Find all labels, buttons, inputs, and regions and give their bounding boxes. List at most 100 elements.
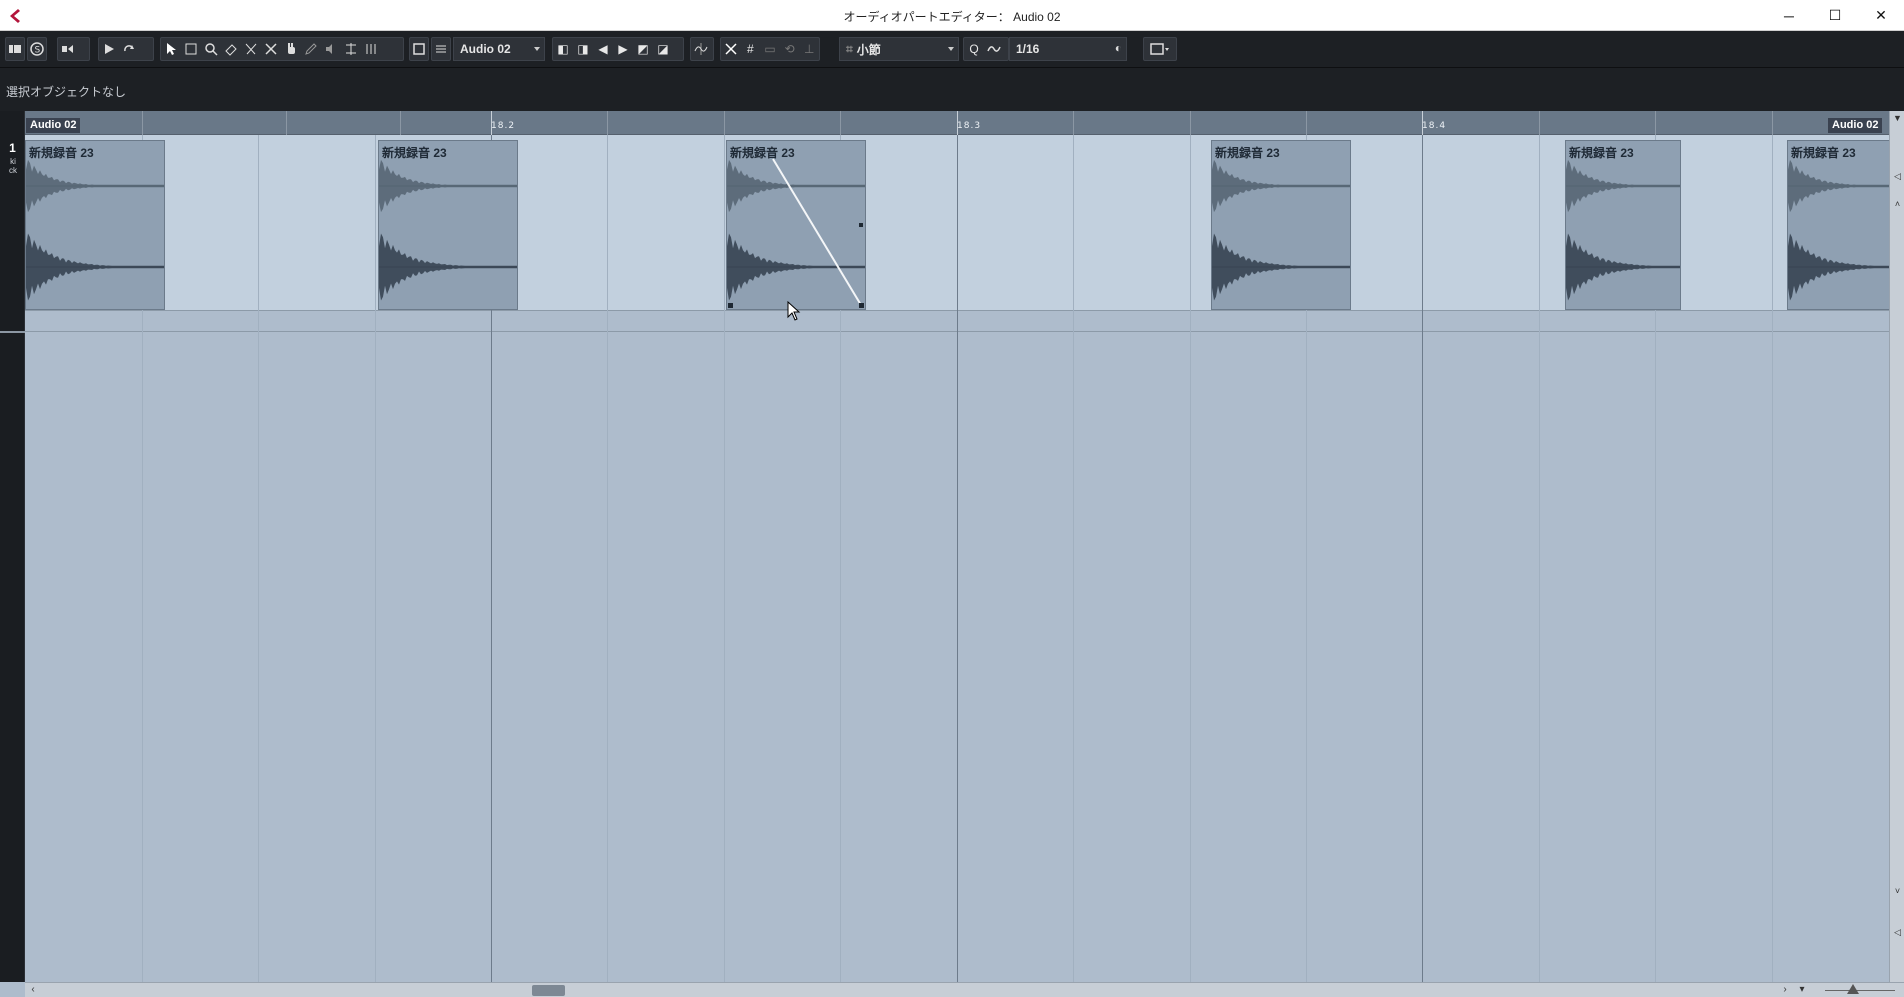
autoscroll-group[interactable] xyxy=(57,37,90,61)
grid-type-selector[interactable]: ⌗ 小節 xyxy=(839,37,959,61)
lane-divider[interactable] xyxy=(0,331,25,333)
ruler-tick xyxy=(1655,111,1656,135)
solo-editor-button[interactable]: S xyxy=(27,37,47,61)
quantize-selector[interactable]: 1/16 ◐ xyxy=(1009,37,1127,61)
info-line-text: 選択オブジェクトなし xyxy=(6,85,127,99)
pencil-tool-icon[interactable] xyxy=(301,38,321,60)
part-list-button[interactable] xyxy=(431,37,451,61)
scroll-up-icon[interactable]: ˄ xyxy=(1892,199,1903,210)
audio-event[interactable]: 新規録音 23 xyxy=(25,140,165,310)
solo-icon[interactable]: S xyxy=(28,38,46,60)
list-icon[interactable] xyxy=(432,38,450,60)
ruler-tick xyxy=(724,111,725,135)
arrow-tool-icon[interactable] xyxy=(161,38,181,60)
snap-cycle-icon[interactable]: ⟲ xyxy=(780,38,800,60)
vertical-scrollbar[interactable]: ▼ ◁ ˄ ˅ ◁ xyxy=(1889,111,1904,982)
ruler-tick xyxy=(840,111,841,135)
horizontal-zoom-slider[interactable] xyxy=(1825,990,1895,991)
mute-tool-icon[interactable] xyxy=(261,38,281,60)
erase-tool-icon[interactable] xyxy=(221,38,241,60)
quantize-icon[interactable]: Q xyxy=(964,38,984,60)
event-display[interactable]: 新規録音 23 新規録音 23 新規録音 23 新規録音 23 新規録音 23 xyxy=(25,135,1889,982)
minimize-button[interactable]: ─ xyxy=(1766,0,1812,31)
zoom-vertical-icon[interactable]: ◁ xyxy=(1892,927,1903,938)
waveform xyxy=(379,159,517,301)
ruler-tick xyxy=(1073,111,1074,135)
event-name: 新規録音 23 xyxy=(730,146,795,160)
event-name: 新規録音 23 xyxy=(29,146,94,160)
grid-type-value: 小節 xyxy=(856,42,881,57)
bar-line xyxy=(957,135,958,982)
timewarp-tool-icon[interactable] xyxy=(341,38,361,60)
zoom-in-vertical-icon[interactable]: ◁ xyxy=(1892,171,1903,182)
zoom-tool-icon[interactable] xyxy=(201,38,221,60)
waveform xyxy=(1566,159,1680,301)
waveform xyxy=(1212,159,1350,301)
loop-icon[interactable] xyxy=(119,38,139,60)
event-name: 新規録音 23 xyxy=(382,146,447,160)
quantize-group: Q xyxy=(963,37,1009,61)
grid-icon[interactable]: # xyxy=(741,38,761,60)
zero-crossing-icon[interactable] xyxy=(691,38,711,60)
event-name: 新規録音 23 xyxy=(1215,146,1280,160)
part-selector[interactable]: Audio 02 xyxy=(453,37,545,61)
info-line: 選択オブジェクトなし xyxy=(0,68,1904,111)
lane-header-strip: 1 kick xyxy=(0,111,25,982)
zoom-menu-icon[interactable]: ▾ xyxy=(1796,984,1808,996)
inspector-toggle[interactable] xyxy=(5,37,25,61)
autoscroll-icon[interactable] xyxy=(58,38,78,60)
audio-event-selected[interactable]: 新規録音 23 xyxy=(726,140,866,310)
locate-prev-icon[interactable]: ◨ xyxy=(573,38,593,60)
iterative-quantize-icon[interactable] xyxy=(984,38,1004,60)
waveform xyxy=(1788,159,1889,301)
horizontal-scroll-thumb[interactable] xyxy=(532,985,565,996)
snap-group: # ▭ ⟲ ⊥ xyxy=(720,37,820,61)
play-icon[interactable] xyxy=(99,38,119,60)
scissors-tool-icon[interactable] xyxy=(241,38,261,60)
chevron-down-icon xyxy=(948,47,954,51)
range-tool-icon[interactable] xyxy=(181,38,201,60)
grid-line xyxy=(1772,135,1773,982)
grid-line xyxy=(724,135,725,982)
lane-number: 1 xyxy=(9,141,16,155)
hand-tool-icon[interactable] xyxy=(281,38,301,60)
show-part-borders-button[interactable] xyxy=(409,37,429,61)
locate-left-icon[interactable]: ◀ xyxy=(593,38,613,60)
ruler-tick xyxy=(1539,111,1540,135)
part-borders-icon[interactable] xyxy=(410,38,428,60)
speaker-tool-icon[interactable] xyxy=(321,38,341,60)
horizontal-scrollbar[interactable]: ‹ › ▾ xyxy=(25,982,1904,997)
ruler[interactable]: 18.2 18.3 18.4 Audio 02 Audio 02 xyxy=(25,111,1889,135)
locate-first-icon[interactable]: ◧ xyxy=(553,38,573,60)
grid-line xyxy=(375,135,376,982)
scroll-left-icon[interactable]: ‹ xyxy=(27,984,39,996)
locate-next-icon[interactable]: ◩ xyxy=(633,38,653,60)
snap-zero-crossing-button[interactable] xyxy=(690,37,714,61)
grid-line xyxy=(607,135,608,982)
lane-menu-icon[interactable]: ▼ xyxy=(1892,113,1903,124)
vertical-lines-icon[interactable] xyxy=(361,38,381,60)
snap-mode-icon[interactable]: ▭ xyxy=(760,38,780,60)
audio-event[interactable]: 新規録音 23 xyxy=(378,140,518,310)
quantize-value: 1/16 xyxy=(1016,42,1040,56)
window-layout-button[interactable] xyxy=(1143,37,1177,61)
ruler-tick xyxy=(1306,111,1307,135)
audio-event[interactable]: 新規録音 23 xyxy=(1787,140,1889,310)
audio-event[interactable]: 新規録音 23 xyxy=(1211,140,1351,310)
scroll-down-icon[interactable]: ˅ xyxy=(1892,886,1903,897)
scroll-right-icon[interactable]: › xyxy=(1779,984,1791,996)
quantize-preset-icon: ◐ xyxy=(1114,41,1122,55)
maximize-button[interactable]: ☐ xyxy=(1812,0,1858,31)
ruler-label: 18.2 xyxy=(491,121,516,131)
close-button[interactable]: ✕ xyxy=(1858,0,1904,31)
locate-last-icon[interactable]: ◪ xyxy=(653,38,673,60)
snap-toggle-icon[interactable] xyxy=(721,38,741,60)
zoom-knob[interactable] xyxy=(1847,984,1859,994)
locate-right-icon[interactable]: ▶ xyxy=(613,38,633,60)
play-group xyxy=(98,37,154,61)
inspector-icon[interactable] xyxy=(6,38,24,60)
window-layout-icon[interactable] xyxy=(1144,38,1176,60)
audio-event[interactable]: 新規録音 23 xyxy=(1565,140,1681,310)
snap-type-icon[interactable]: ⊥ xyxy=(799,38,819,60)
fade-out-line[interactable] xyxy=(727,141,866,310)
